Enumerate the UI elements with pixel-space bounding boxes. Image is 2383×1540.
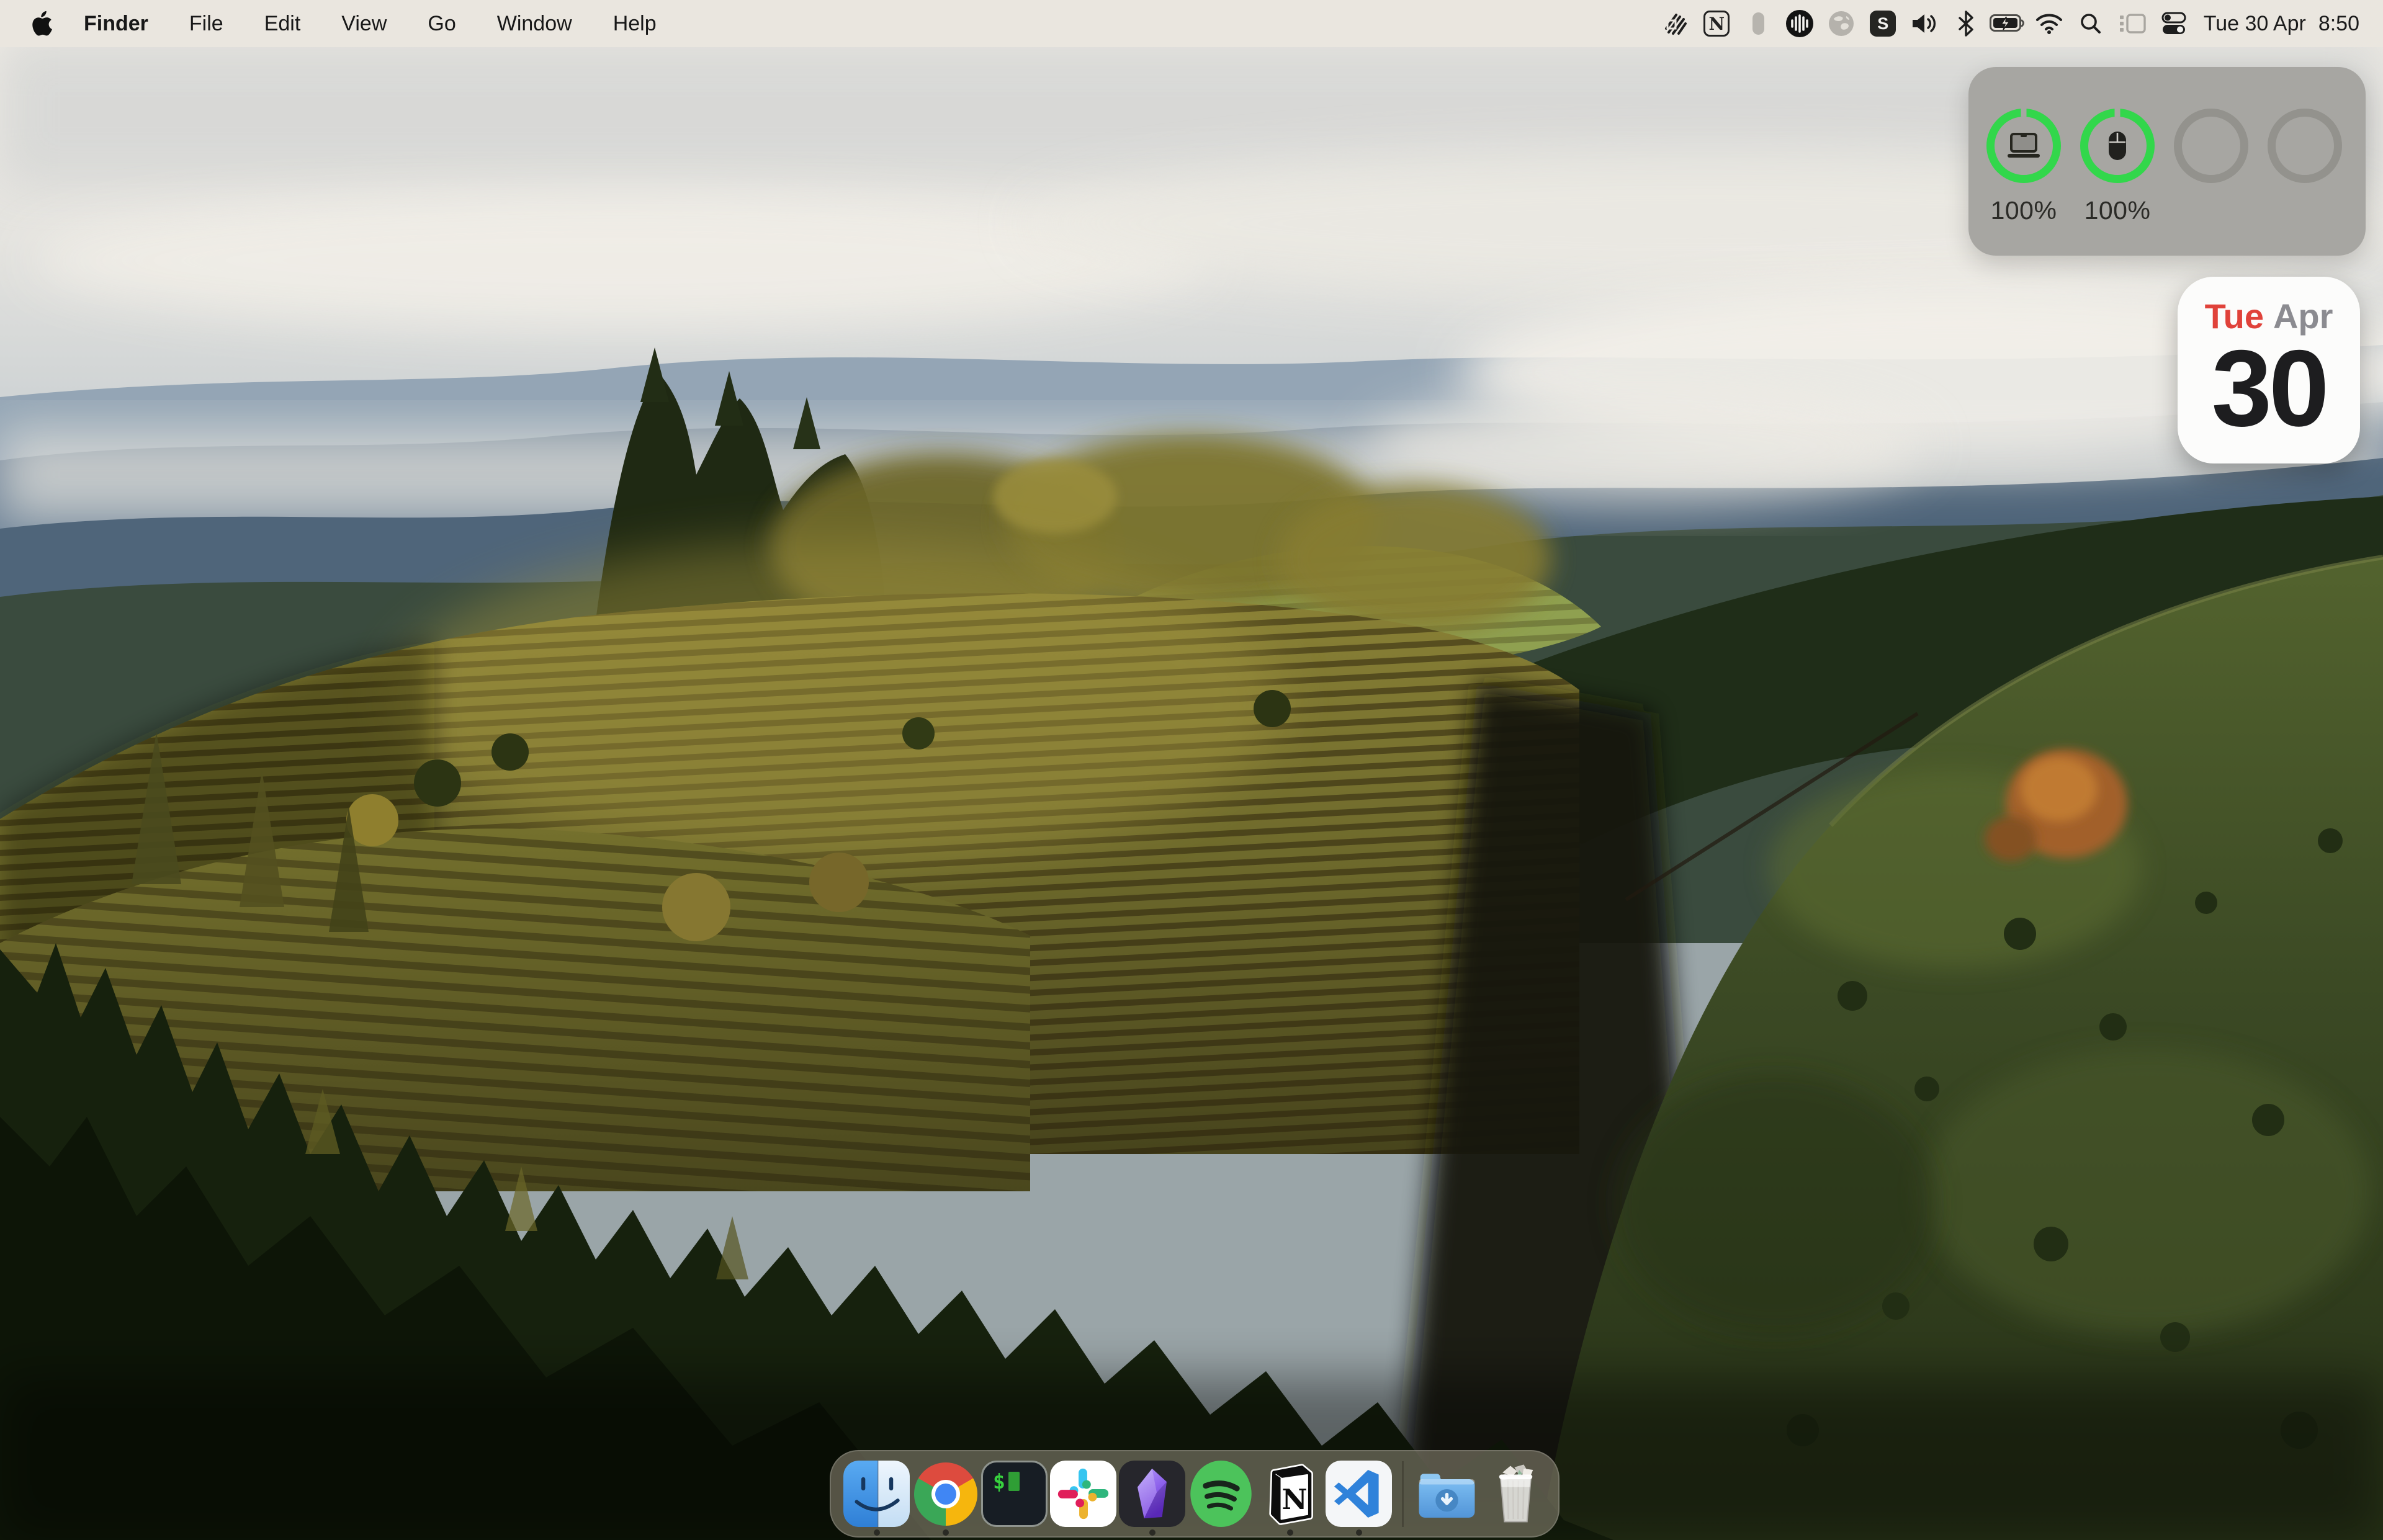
menu-bar-left: Finder File Edit View Go Window Help	[0, 0, 677, 47]
battery-device-empty-1	[2174, 109, 2248, 256]
mouse-battery-percent: 100%	[2085, 196, 2151, 225]
stage-manager-icon[interactable]	[2112, 0, 2153, 47]
laptop-battery-percent: 100%	[1991, 196, 2057, 225]
menu-finder[interactable]: Finder	[63, 0, 169, 47]
mouse-battery-icon[interactable]	[1738, 0, 1779, 47]
empty-battery-ring	[2268, 109, 2342, 183]
mouse-battery-ring	[2080, 109, 2155, 183]
battery-device-empty-2	[2268, 109, 2342, 256]
dock-slack[interactable]	[1050, 1461, 1116, 1527]
running-indicator	[943, 1529, 949, 1536]
battery-charging-icon[interactable]	[1987, 0, 2029, 47]
battery-device-laptop: 100%	[1986, 109, 2061, 256]
desktop: Finder File Edit View Go Window Help N	[0, 0, 2383, 1540]
dock-chrome[interactable]	[912, 1461, 979, 1527]
vscode-icon	[1326, 1461, 1392, 1527]
dock-obsidian[interactable]	[1119, 1461, 1185, 1527]
slack-icon	[1050, 1461, 1116, 1527]
dock-downloads[interactable]	[1414, 1461, 1480, 1527]
dock-divider	[1402, 1461, 1404, 1527]
dock-trash[interactable]	[1483, 1461, 1549, 1527]
battery-device-mouse: 100%	[2080, 109, 2155, 256]
downloads-folder-icon	[1414, 1461, 1480, 1527]
finder-icon	[843, 1461, 910, 1527]
mouse-icon	[2103, 130, 2132, 162]
dock-terminal[interactable]: $	[981, 1461, 1048, 1527]
bluetooth-icon[interactable]	[1945, 0, 1987, 47]
menu-bar: Finder File Edit View Go Window Help N	[0, 0, 2383, 47]
notion-icon: N	[1257, 1461, 1323, 1527]
running-indicator	[1356, 1529, 1362, 1536]
spotlight-icon[interactable]	[2070, 0, 2112, 47]
menu-window[interactable]: Window	[477, 0, 593, 47]
hatched-app-icon[interactable]	[1654, 0, 1696, 47]
s-badge-icon[interactable]: S	[1862, 0, 1904, 47]
running-indicator	[874, 1529, 880, 1536]
dock: $	[830, 1450, 1559, 1538]
clock-date: Tue 30 Apr	[2204, 12, 2306, 36]
control-center-icon[interactable]	[2153, 0, 2195, 47]
dock-vscode[interactable]	[1326, 1461, 1392, 1527]
audio-waveform-icon[interactable]	[1779, 0, 1821, 47]
menu-file[interactable]: File	[169, 0, 244, 47]
running-indicator	[1149, 1529, 1156, 1536]
battery-widget[interactable]: 100% 100%	[1968, 67, 2366, 256]
menu-go[interactable]: Go	[407, 0, 476, 47]
trash-icon	[1483, 1461, 1549, 1527]
svg-text:N: N	[1281, 1483, 1307, 1516]
terminal-icon: $	[981, 1461, 1048, 1527]
dock-spotify[interactable]	[1188, 1461, 1254, 1527]
menu-bar-status: N	[1654, 0, 2383, 47]
empty-battery-ring	[2174, 109, 2248, 183]
calendar-day: 30	[2212, 339, 2327, 439]
volume-icon[interactable]	[1904, 0, 1945, 47]
spotify-icon	[1188, 1461, 1254, 1527]
chrome-icon	[914, 1462, 977, 1526]
globe-icon[interactable]	[1821, 0, 1862, 47]
apple-logo-icon	[30, 10, 52, 37]
obsidian-icon	[1119, 1461, 1185, 1527]
dock-notion[interactable]: N	[1257, 1461, 1323, 1527]
menu-view[interactable]: View	[321, 0, 407, 47]
laptop-battery-ring	[1986, 109, 2061, 183]
running-indicator	[1287, 1529, 1293, 1536]
wifi-icon[interactable]	[2029, 0, 2070, 47]
apple-menu[interactable]	[25, 10, 57, 37]
calendar-widget[interactable]: Tue Apr 30	[2178, 277, 2360, 463]
clock-time: 8:50	[2318, 12, 2359, 36]
notion-menubar-icon[interactable]: N	[1696, 0, 1738, 47]
menu-bar-clock[interactable]: Tue 30 Apr 8:50	[2195, 12, 2383, 36]
menu-edit[interactable]: Edit	[244, 0, 321, 47]
laptop-icon	[2006, 130, 2042, 161]
dock-finder[interactable]	[843, 1461, 910, 1527]
menu-help[interactable]: Help	[593, 0, 677, 47]
